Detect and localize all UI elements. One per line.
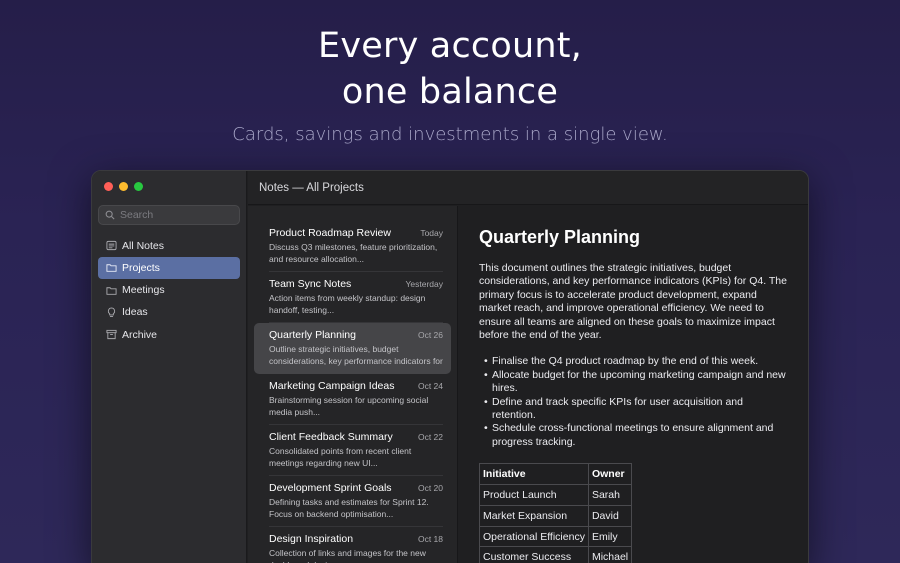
note-date: Oct 26 (417, 330, 443, 340)
lightbulb-icon (107, 307, 116, 317)
note-item[interactable]: Product Roadmap Review Today Discuss Q3 m… (254, 221, 451, 272)
search-box[interactable] (98, 205, 240, 225)
note-item[interactable]: Marketing Campaign Ideas Oct 24 Brainstor… (254, 374, 451, 425)
table-cell: Operational Efficiency (479, 525, 589, 548)
table-row: Customer Success Michael (479, 546, 633, 563)
list-item: Finalise the Q4 product roadmap by the e… (484, 355, 788, 369)
sidebar-item-all-notes[interactable]: All Notes (98, 235, 240, 257)
sidebar-item-label: Projects (122, 261, 160, 274)
note-snippet: Defining tasks and estimates for Sprint … (269, 497, 429, 519)
note-title: Quarterly Planning (269, 329, 356, 341)
note-snippet: Action items from weekly standup: design… (269, 293, 426, 315)
note-item[interactable]: Development Sprint Goals Oct 20 Defining … (254, 476, 451, 527)
sidebar-item-ideas[interactable]: Ideas (98, 302, 240, 324)
table-cell: Sarah (587, 484, 633, 506)
note-title: Client Feedback Summary (269, 431, 393, 443)
document-title: Quarterly Planning (479, 227, 641, 247)
table-cell: David (587, 504, 633, 527)
table-row: Operational Efficiency Emily (479, 525, 633, 548)
close-window-button[interactable] (104, 182, 113, 191)
table-cell: Customer Success (479, 546, 589, 563)
table-cell: Emily (587, 525, 633, 548)
table-row: Product Launch Sarah (479, 484, 633, 506)
document-bullets: Finalise the Q4 product roadmap by the e… (479, 355, 788, 449)
sidebar-item-archive[interactable]: Archive (98, 324, 240, 346)
sidebar-item-meetings[interactable]: Meetings (98, 279, 240, 301)
note-date: Oct 24 (417, 381, 443, 391)
note-title: Design Inspiration (269, 533, 354, 545)
table-row: Market Expansion David (479, 504, 633, 527)
note-document[interactable]: Quarterly Planning This document outline… (459, 206, 808, 563)
note-date: Today (420, 228, 443, 238)
note-title: Product Roadmap Review (269, 227, 391, 239)
search-icon (105, 210, 115, 220)
hero-subtitle: Cards, savings and investments in a sing… (232, 124, 668, 145)
note-item[interactable]: Client Feedback Summary Oct 22 Consolidat… (254, 425, 451, 476)
note-date: Oct 22 (417, 432, 443, 442)
table-header-cell: Initiative (479, 463, 589, 486)
hero-title-line2: one balance (341, 72, 559, 112)
sidebar: All Notes Projects Meetings Ideas Archiv… (92, 171, 247, 563)
note-snippet: Collection of links and images for the n… (269, 548, 426, 563)
note-date: Oct 20 (417, 483, 443, 493)
table-cell: Michael (587, 546, 633, 563)
sidebar-item-label: Archive (122, 328, 158, 341)
minimize-window-button[interactable] (119, 182, 128, 191)
table-cell: Market Expansion (479, 504, 589, 527)
sidebar-item-projects[interactable]: Projects (98, 257, 240, 279)
note-snippet: Discuss Q3 milestones, feature prioritiz… (269, 242, 438, 264)
note-date: Yesterday (405, 279, 444, 289)
table-header-row: Initiative Owner (479, 463, 633, 486)
table-header-cell: Owner (587, 463, 633, 486)
hero-title-line1: Every account, (318, 26, 582, 66)
note-item-selected[interactable]: Quarterly Planning Oct 26 Outline strateg… (254, 323, 451, 374)
note-item[interactable]: Team Sync Notes Yesterday Action items fr… (254, 272, 451, 323)
note-title: Team Sync Notes (269, 278, 352, 290)
sidebar-nav: All Notes Projects Meetings Ideas Archiv… (98, 235, 240, 346)
window-controls (104, 182, 143, 191)
folder-icon (106, 264, 117, 273)
note-date: Oct 18 (417, 534, 443, 544)
note-snippet: Outline strategic initiatives, budget co… (269, 344, 443, 366)
sidebar-item-label: All Notes (122, 239, 165, 252)
zoom-window-button[interactable] (134, 182, 143, 191)
document-table: Initiative Owner Product Launch Sarah Ma… (479, 463, 633, 563)
list-item: Schedule cross-functional meetings to en… (484, 422, 788, 449)
note-title: Development Sprint Goals (269, 482, 392, 494)
sidebar-item-label: Meetings (122, 284, 165, 297)
sidebar-item-label: Ideas (122, 306, 148, 319)
list-item: Allocate budget for the upcoming marketi… (484, 369, 788, 396)
folder-icon (106, 286, 117, 295)
notes-list: Product Roadmap Review Today Discuss Q3 m… (248, 206, 458, 563)
search-input[interactable] (120, 209, 230, 221)
note-snippet: Consolidated points from recent client m… (269, 446, 412, 468)
window-title: Notes — All Projects (248, 171, 808, 205)
note-snippet: Brainstorming session for upcoming socia… (269, 395, 429, 417)
app-window: All Notes Projects Meetings Ideas Archiv… (91, 170, 809, 563)
table-cell: Product Launch (479, 484, 589, 506)
note-title: Marketing Campaign Ideas (269, 380, 395, 392)
document-body: This document outlines the strategic ini… (479, 262, 787, 342)
list-item: Define and track specific KPIs for user … (484, 396, 788, 423)
archive-icon (106, 329, 117, 340)
note-item[interactable]: Design Inspiration Oct 18 Collection of l… (254, 527, 451, 563)
list-icon (106, 241, 117, 251)
